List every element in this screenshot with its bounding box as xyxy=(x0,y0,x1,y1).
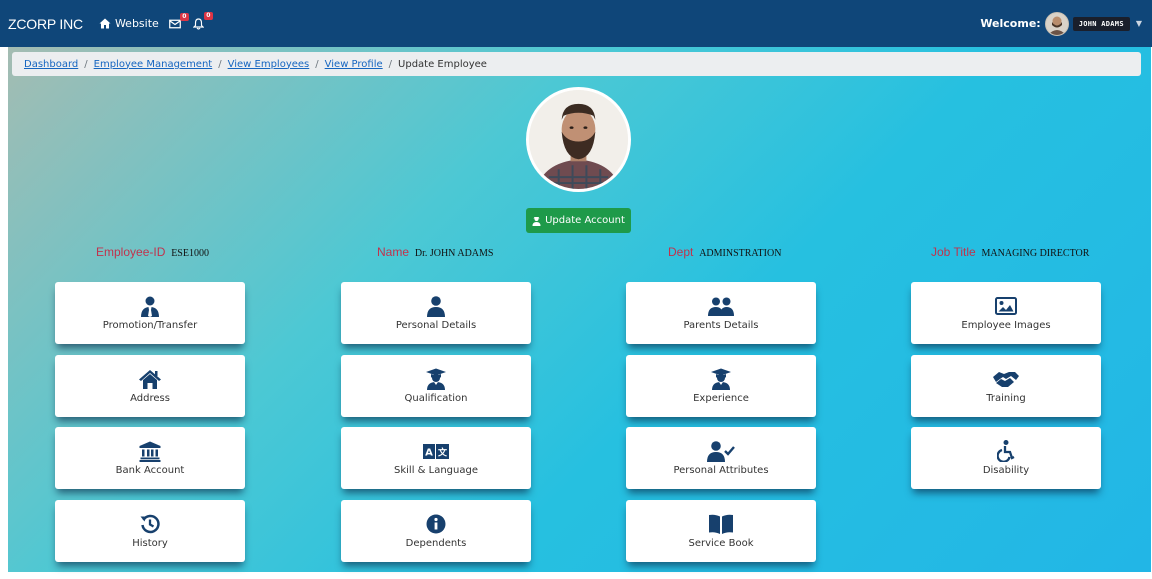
job-title-field: Job Title MANAGING DIRECTOR xyxy=(931,245,1089,259)
svg-text:文: 文 xyxy=(437,446,448,458)
wheelchair-icon xyxy=(997,440,1015,462)
user-menu[interactable]: Welcome: JOHN ADAMS ▼ xyxy=(980,0,1142,47)
card-employee-images[interactable]: Employee Images xyxy=(911,282,1101,344)
dept-field: Dept ADMINSTRATION xyxy=(668,245,781,259)
card-address[interactable]: Address xyxy=(55,355,245,417)
breadcrumb-employee-management[interactable]: Employee Management xyxy=(94,59,213,70)
job-title-value: MANAGING DIRECTOR xyxy=(981,248,1090,259)
bank-icon xyxy=(139,440,161,462)
card-label: Dependents xyxy=(405,538,467,549)
user-check-icon xyxy=(707,440,735,462)
breadcrumb-view-profile[interactable]: View Profile xyxy=(325,59,383,70)
dept-label: Dept xyxy=(668,245,694,259)
chevron-down-icon[interactable]: ▼ xyxy=(1136,19,1142,28)
notifications-button[interactable]: 0 xyxy=(192,11,213,30)
card-label: Address xyxy=(130,393,170,404)
card-label: Experience xyxy=(693,393,749,404)
card-label: Promotion/Transfer xyxy=(102,320,198,331)
user-secret-icon xyxy=(532,216,541,226)
user-icon xyxy=(426,295,446,317)
card-label: Employee Images xyxy=(961,320,1051,331)
handshake-icon xyxy=(992,368,1020,390)
card-service-book[interactable]: Service Book xyxy=(626,500,816,562)
card-label: Training xyxy=(986,393,1026,404)
card-bank-account[interactable]: Bank Account xyxy=(55,427,245,489)
card-label: Personal Details xyxy=(395,320,477,331)
top-navbar: ZCORP INC Website 0 0 Welcome: JOHN ADAM… xyxy=(0,0,1152,47)
card-label: Qualification xyxy=(404,393,468,404)
card-experience[interactable]: Experience xyxy=(626,355,816,417)
graduate-icon xyxy=(710,368,732,390)
home-icon xyxy=(99,18,111,29)
image-icon xyxy=(995,295,1017,317)
employee-id-value: ESE1000 xyxy=(171,248,209,259)
card-label: Service Book xyxy=(688,538,754,549)
card-skill-language[interactable]: A文 Skill & Language xyxy=(341,427,531,489)
mail-button[interactable]: 0 xyxy=(168,12,189,29)
book-icon xyxy=(708,513,734,535)
card-personal-details[interactable]: Personal Details xyxy=(341,282,531,344)
dept-value: ADMINSTRATION xyxy=(699,248,782,259)
card-label: History xyxy=(132,538,168,549)
card-label: Personal Attributes xyxy=(673,465,769,476)
breadcrumb-separator: / xyxy=(218,58,222,70)
employee-id-label: Employee-ID xyxy=(96,245,166,259)
name-field: Name Dr. JOHN ADAMS xyxy=(377,245,493,259)
card-disability[interactable]: Disability xyxy=(911,427,1101,489)
mail-count-badge: 0 xyxy=(179,12,189,21)
card-parents-details[interactable]: Parents Details xyxy=(626,282,816,344)
breadcrumb-view-employees[interactable]: View Employees xyxy=(228,59,310,70)
history-icon xyxy=(140,513,160,535)
card-label: Disability xyxy=(982,465,1030,476)
language-icon: A文 xyxy=(423,440,449,462)
website-label: Website xyxy=(114,17,159,30)
brand-name[interactable]: ZCORP INC xyxy=(8,16,83,32)
users-icon xyxy=(708,295,734,317)
card-qualification[interactable]: Qualification xyxy=(341,355,531,417)
card-label: Parents Details xyxy=(683,320,759,331)
envelope-icon xyxy=(168,19,181,28)
avatar xyxy=(1044,11,1069,36)
profile-photo xyxy=(526,87,631,192)
user-tie-icon xyxy=(140,295,160,317)
username: JOHN ADAMS xyxy=(1072,16,1130,31)
bell-icon xyxy=(192,17,204,30)
card-promotion-transfer[interactable]: Promotion/Transfer xyxy=(55,282,245,344)
name-value: Dr. JOHN ADAMS xyxy=(414,248,494,259)
card-history[interactable]: History xyxy=(55,500,245,562)
info-circle-icon xyxy=(426,513,446,535)
svg-text:A: A xyxy=(425,447,433,458)
card-training[interactable]: Training xyxy=(911,355,1101,417)
breadcrumb-separator: / xyxy=(388,58,393,70)
breadcrumb: Dashboard / Employee Management / View E… xyxy=(12,52,1141,76)
notification-count-badge: 0 xyxy=(203,11,213,20)
graduate-icon xyxy=(425,368,447,390)
employee-id-field: Employee-ID ESE1000 xyxy=(96,245,209,259)
website-link[interactable]: Website xyxy=(99,17,159,30)
update-account-button[interactable]: Update Account xyxy=(526,208,631,233)
welcome-label: Welcome: xyxy=(980,17,1041,30)
update-account-label: Update Account xyxy=(545,215,625,226)
home-icon xyxy=(138,368,162,390)
breadcrumb-separator: / xyxy=(315,58,319,70)
card-dependents[interactable]: Dependents xyxy=(341,500,531,562)
name-label: Name xyxy=(377,245,410,259)
card-personal-attributes[interactable]: Personal Attributes xyxy=(626,427,816,489)
breadcrumb-dashboard[interactable]: Dashboard xyxy=(24,59,78,70)
breadcrumb-current: Update Employee xyxy=(398,58,487,70)
card-label: Bank Account xyxy=(115,465,185,476)
card-label: Skill & Language xyxy=(394,465,478,476)
job-title-label: Job Title xyxy=(931,245,976,259)
main-content: Dashboard / Employee Management / View E… xyxy=(8,47,1151,572)
breadcrumb-separator: / xyxy=(84,58,88,70)
